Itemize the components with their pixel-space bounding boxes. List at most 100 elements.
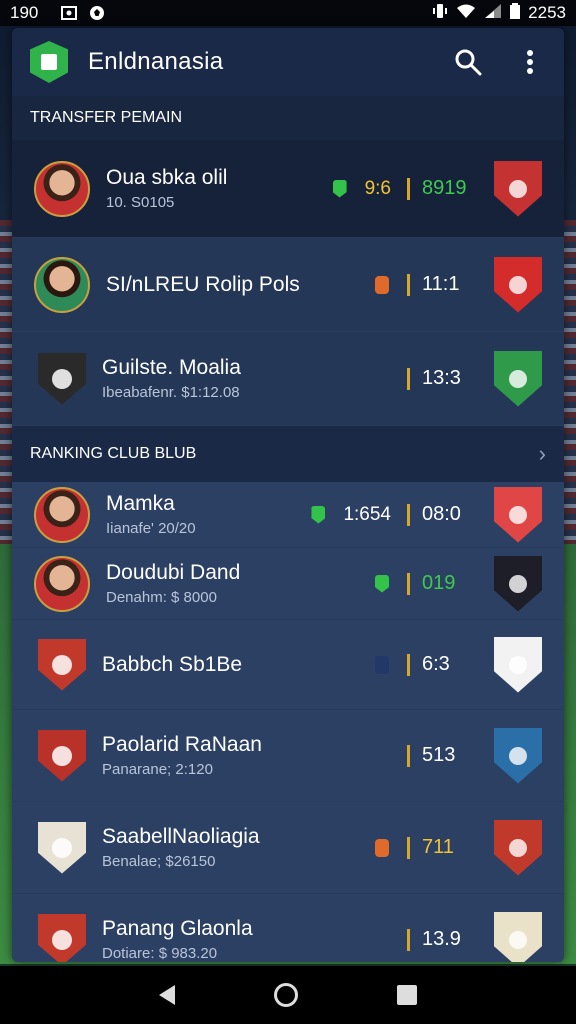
app-title: Enldnanasia: [88, 48, 224, 75]
divider-bar: [407, 367, 410, 390]
status-bar: 190 2253: [0, 0, 576, 26]
ranking-section-title: RANKING CLUB BLUB: [30, 445, 197, 462]
list-item[interactable]: Guilste. Moalia Ibeabafenr. $1:12.08 13:3: [12, 332, 564, 426]
item-subtitle: Benalae; $26150: [102, 853, 216, 870]
app-bar: Enldnanasia: [12, 28, 564, 96]
ranking-list: Mamka Iianafe' 20/20 1:654 08:0 Doudubi Dand…: [12, 482, 564, 962]
item-subtitle: Denahm: $ 8000: [106, 589, 217, 606]
app-logo: [30, 41, 68, 83]
item-subtitle: Iianafe' 20/20: [106, 520, 196, 537]
item-score: 13:3: [422, 367, 461, 389]
item-score: 8919: [422, 177, 467, 199]
item-score: 08:0: [422, 503, 461, 525]
vibrate-icon: [432, 3, 448, 24]
transfer-section-title: TRANSFER PEMAIN: [30, 109, 183, 126]
transfer-section-header: TRANSFER PEMAIN: [12, 96, 564, 140]
list-item[interactable]: SaabellNaoliagia Benalae; $26150 711: [12, 802, 564, 894]
system-nav-bar: [0, 966, 576, 1024]
list-item[interactable]: Oua sbka olil 10. S0105 9:6 8919: [12, 140, 564, 238]
item-info: Guilste. Moalia Ibeabafenr. $1:12.08: [102, 356, 407, 401]
item-subtitle: 10. S0105: [106, 194, 175, 211]
divider-bar: [407, 928, 410, 951]
item-score: 6:3: [422, 653, 450, 675]
item-score: 513: [422, 744, 456, 766]
status-time: 190: [10, 3, 39, 22]
list-item[interactable]: Babbch Sb1Be 6:3: [12, 620, 564, 710]
divider-bar: [407, 503, 410, 526]
signal-icon: [484, 3, 502, 24]
green-badge-icon: [311, 505, 326, 524]
list-item[interactable]: Panang Glaonla Dotiare: $ 983.20 13.9: [12, 894, 564, 962]
orange-badge-icon: [375, 838, 389, 857]
transfer-list: Oua sbka olil 10. S0105 9:6 8919 SI/nLREU Ro…: [12, 140, 564, 426]
opponent-crest: [494, 819, 542, 876]
item-score: 711: [422, 836, 454, 858]
opponent-crest: [494, 256, 542, 313]
opponent-crest: [494, 555, 542, 612]
list-item[interactable]: SI/nLREU Rolip Pols 11:1: [12, 238, 564, 332]
search-button[interactable]: [452, 46, 484, 78]
club-crest: [38, 352, 86, 405]
item-info: Babbch Sb1Be: [102, 653, 375, 677]
orange-badge-icon: [375, 275, 389, 294]
player-avatar: [34, 486, 90, 543]
more-vert-icon: [527, 50, 533, 74]
item-stat: 1:654: [343, 503, 391, 525]
back-icon[interactable]: [159, 985, 176, 1005]
search-icon: [455, 49, 482, 76]
player-avatar: [34, 555, 90, 612]
battery-icon: [510, 2, 521, 24]
item-name: Guilste. Moalia: [102, 356, 241, 379]
image-icon: [60, 5, 78, 21]
green-badge-icon: [332, 179, 347, 198]
item-info: Doudubi Dand Denahm: $ 8000: [106, 561, 375, 606]
item-name: Babbch Sb1Be: [102, 652, 243, 676]
ball-icon: [88, 5, 106, 21]
navy-badge-icon: [375, 655, 389, 674]
list-item[interactable]: Doudubi Dand Denahm: $ 8000 019: [12, 548, 564, 620]
list-item[interactable]: Paolarid RaNaan Panarane; 2:120 513: [12, 710, 564, 802]
item-score: 11:1: [422, 273, 460, 295]
divider-bar: [407, 273, 410, 296]
item-subtitle: Panarane; 2:120: [102, 761, 213, 778]
item-info: SaabellNaoliagia Benalae; $26150: [102, 825, 375, 870]
club-crest: [38, 729, 86, 782]
opponent-crest: [494, 160, 542, 217]
opponent-crest: [494, 486, 542, 543]
item-name: Mamka: [106, 492, 175, 515]
divider-bar: [407, 572, 410, 595]
green-badge-icon: [375, 574, 389, 593]
ranking-section-header[interactable]: RANKING CLUB BLUB ›: [12, 426, 564, 482]
item-subtitle: Dotiare: $ 983.20: [102, 945, 218, 962]
opponent-crest: [494, 911, 542, 962]
wifi-icon: [456, 3, 476, 24]
item-info: Paolarid RaNaan Panarane; 2:120: [102, 733, 407, 778]
club-crest: [38, 913, 86, 962]
divider-bar: [407, 177, 410, 200]
chevron-right-icon: ›: [538, 441, 546, 466]
item-info: Mamka Iianafe' 20/20: [106, 492, 311, 537]
item-name: Panang Glaonla: [102, 917, 253, 940]
item-info: SI/nLREU Rolip Pols: [106, 273, 375, 297]
home-icon[interactable]: [273, 983, 298, 1007]
item-info: Panang Glaonla Dotiare: $ 983.20: [102, 917, 407, 962]
club-crest: [38, 638, 86, 691]
opponent-crest: [494, 636, 542, 693]
recents-icon[interactable]: [396, 985, 417, 1005]
club-crest: [38, 821, 86, 874]
item-name: Oua sbka olil: [106, 166, 228, 189]
app-card: Enldnanasia TRANSFER PEMAIN Oua sbka oli…: [12, 28, 564, 962]
divider-bar: [407, 744, 410, 767]
player-avatar: [34, 160, 90, 217]
item-name: SaabellNaoliagia: [102, 825, 260, 848]
item-info: Oua sbka olil 10. S0105: [106, 166, 333, 211]
divider-bar: [407, 653, 410, 676]
opponent-crest: [494, 727, 542, 784]
more-options-button[interactable]: [514, 46, 546, 78]
list-item[interactable]: Mamka Iianafe' 20/20 1:654 08:0: [12, 482, 564, 548]
player-avatar: [34, 256, 90, 313]
item-name: Paolarid RaNaan: [102, 733, 262, 756]
item-score: 019: [422, 572, 456, 594]
item-score: 13.9: [422, 928, 461, 950]
item-name: SI/nLREU Rolip Pols: [106, 272, 300, 296]
